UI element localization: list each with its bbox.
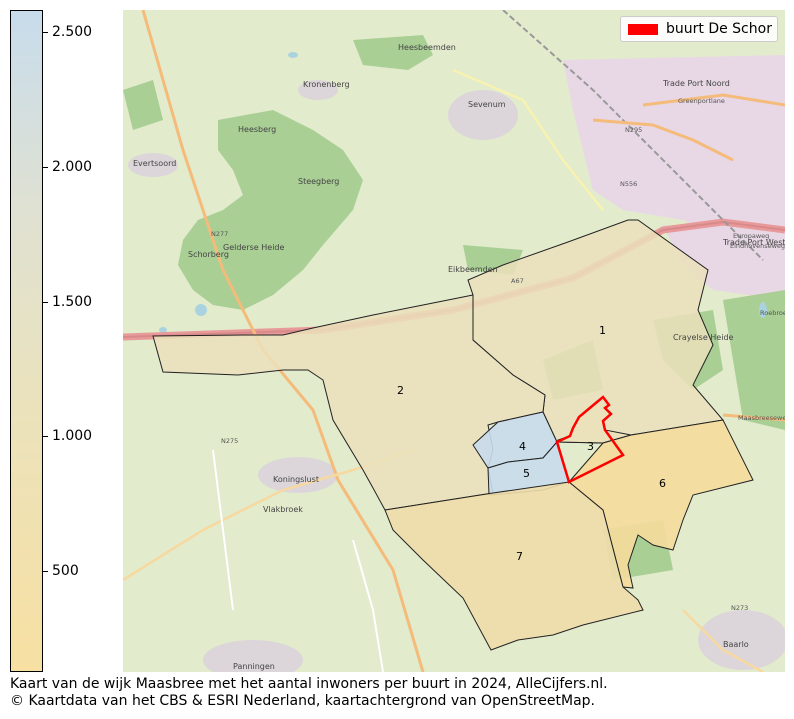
place-label: Panningen — [233, 662, 275, 671]
colorbar-tick-label: 1.000 — [52, 428, 93, 444]
road-label: A67 — [511, 277, 524, 285]
place-label: Heesberg — [238, 125, 276, 134]
place-label: Evertsoord — [133, 159, 176, 168]
place-label: Trade Port Noord — [662, 79, 730, 88]
colorbar-tick — [43, 32, 48, 33]
place-label: Europaweg — [733, 232, 769, 240]
road-label: N273 — [731, 604, 748, 612]
neighbourhood-label: 3 — [587, 440, 594, 453]
colorbar-tick-label: 2.000 — [52, 159, 93, 175]
neighbourhood-label: 7 — [516, 550, 523, 563]
colorbar-tick — [43, 167, 48, 168]
caption-line-title: Kaart van de wijk Maasbree met het aanta… — [10, 676, 608, 692]
neighbourhood-label: 2 — [397, 384, 404, 397]
colorbar-tick — [43, 302, 48, 303]
caption-line-attribution: © Kaartdata van het CBS & ESRI Nederland… — [10, 693, 595, 709]
place-label: Sevenum — [468, 100, 506, 109]
legend-label: buurt De Schor — [666, 21, 772, 37]
place-label: Maasbreeseweg — [738, 414, 785, 422]
road-label: N277 — [211, 230, 228, 238]
neighbourhood-label: 4 — [519, 440, 526, 453]
colorbar-tick-label: 2.500 — [52, 24, 93, 40]
place-label: Gelderse Heide — [223, 243, 285, 252]
place-label: Schorberg — [188, 250, 229, 259]
neighbourhood-label: 1 — [599, 324, 606, 337]
legend-swatch — [628, 24, 658, 35]
place-label: Steegberg — [298, 177, 339, 186]
map-canvas: 1 2 3 4 5 6 7 Kronenberg Sevenum Evertso… — [123, 10, 785, 672]
place-label: Crayelse Heide — [673, 333, 734, 342]
map-legend: buurt De Schor — [620, 16, 778, 42]
colorbar-tick — [43, 436, 48, 437]
place-label: Roebroek — [760, 309, 785, 317]
colorbar — [10, 10, 43, 672]
colorbar-tick — [43, 571, 48, 572]
colorbar-tick-label: 1.500 — [52, 294, 93, 310]
neighbourhood-label: 6 — [659, 477, 666, 490]
place-label: Heesbeemden — [398, 43, 456, 52]
place-label: Baarlo — [723, 640, 749, 649]
neighbourhood-label: 5 — [523, 467, 530, 480]
road-label: N295 — [625, 126, 642, 134]
colorbar-tick-label: 500 — [52, 563, 79, 579]
place-label: Kronenberg — [303, 80, 350, 89]
place-label: Greenportlane — [678, 97, 725, 105]
road-label: N275 — [221, 437, 238, 445]
place-label: Koningslust — [273, 475, 319, 484]
map-area[interactable]: 1 2 3 4 5 6 7 Kronenberg Sevenum Evertso… — [123, 10, 785, 672]
place-label: Vlakbroek — [263, 505, 303, 514]
road-label: N556 — [620, 180, 637, 188]
place-label: Eikbeemden — [448, 265, 498, 274]
place-label: Eindhovenseweg — [730, 242, 785, 250]
map-caption: Kaart van de wijk Maasbree met het aanta… — [10, 676, 608, 710]
